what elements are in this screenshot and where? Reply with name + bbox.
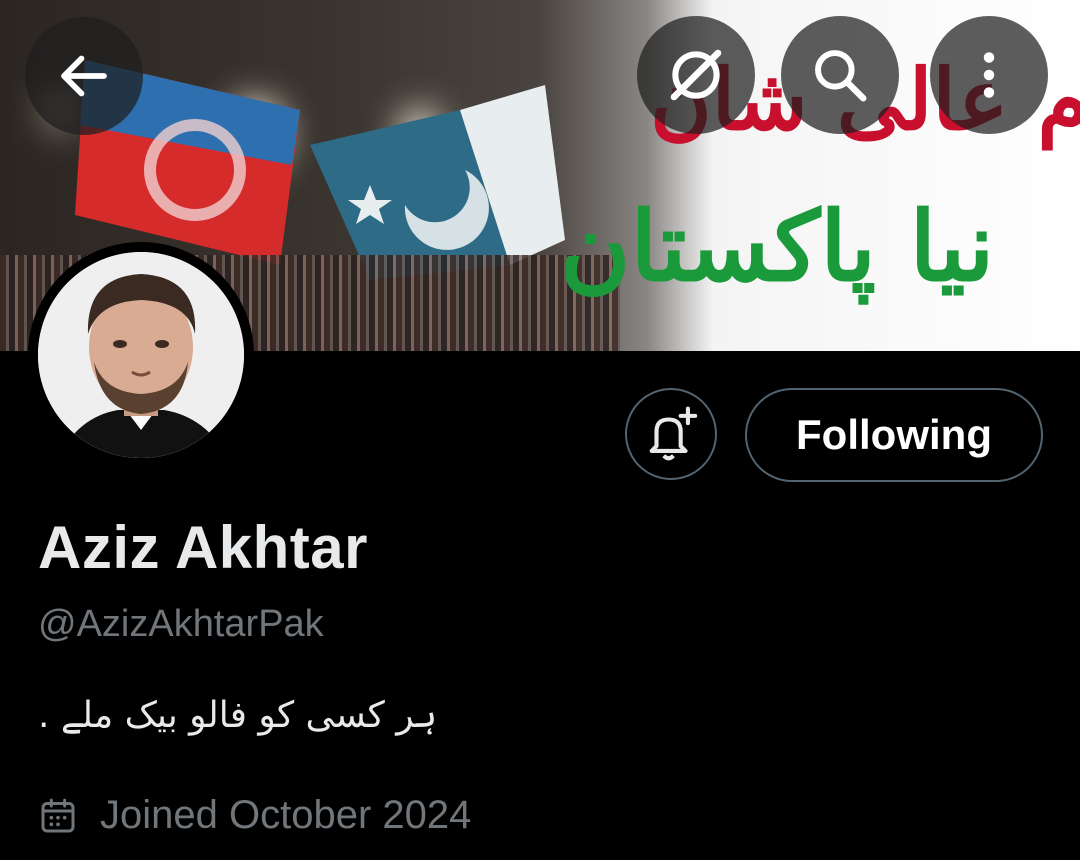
more-options-button[interactable] <box>930 16 1048 134</box>
notifications-button[interactable] <box>625 388 717 480</box>
calendar-icon <box>41 798 75 832</box>
joined-date-label: Joined October 2024 <box>100 793 472 837</box>
user-handle: @AzizAkhtarPak <box>38 603 324 645</box>
joined-date: Joined October 2024 <box>38 793 471 838</box>
search-icon <box>815 50 867 102</box>
avatar-photo <box>38 252 244 458</box>
search-button[interactable] <box>781 16 899 134</box>
more-vertical-icon <box>983 52 995 98</box>
banner-slogan-line2: نیا پاکستان <box>560 190 995 303</box>
back-arrow-icon <box>61 55 107 97</box>
grok-icon <box>670 49 722 101</box>
back-button[interactable] <box>25 17 143 135</box>
display-name: Aziz Akhtar <box>38 514 368 581</box>
profile-avatar[interactable] <box>28 242 254 468</box>
bell-plus-icon <box>649 406 698 461</box>
following-button[interactable]: Following <box>745 388 1043 482</box>
profile-bio: ہر کسی کو فالو بیک ملے . <box>38 695 438 736</box>
grok-button[interactable] <box>637 16 755 134</box>
